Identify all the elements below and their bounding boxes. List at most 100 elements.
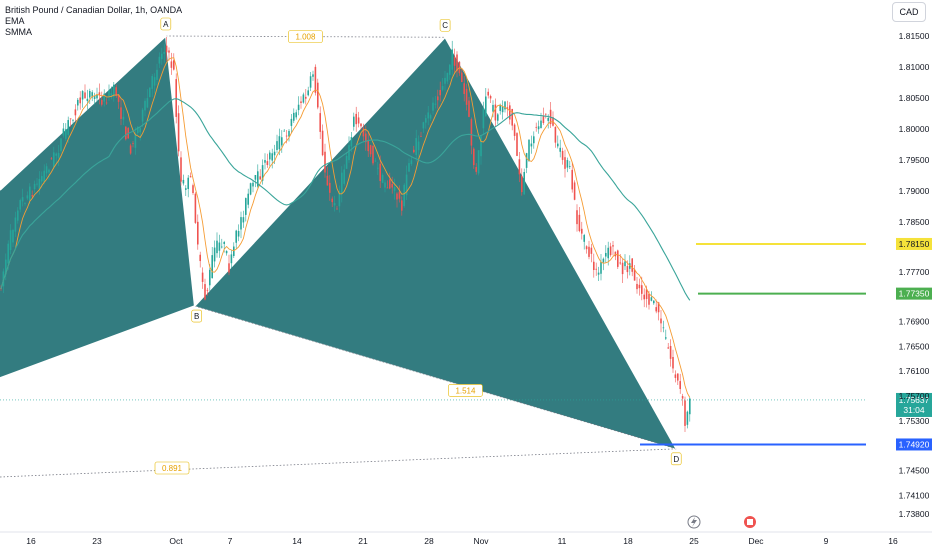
candle-body (489, 96, 492, 99)
candle-body (533, 136, 535, 144)
candle-body (398, 191, 401, 199)
candle-body (374, 160, 377, 162)
currency-button[interactable]: CAD (892, 2, 926, 22)
candle-body (605, 252, 607, 257)
candle-body (89, 90, 91, 98)
x-tick-label: 9 (824, 536, 829, 546)
candle-body (381, 174, 384, 183)
candle-body (309, 76, 312, 88)
candle-body (115, 87, 117, 96)
candle-body (65, 129, 67, 139)
candle-body (266, 161, 269, 166)
candle-body (355, 113, 357, 125)
candle-body (206, 289, 209, 291)
candle-body (410, 160, 413, 164)
candle-body (50, 158, 53, 160)
candle-body (686, 411, 689, 425)
candle-body (451, 49, 453, 70)
candle-body (681, 396, 684, 399)
candle-body (84, 92, 86, 99)
candle-body (223, 242, 225, 244)
candle-body (348, 145, 350, 161)
candle-body (564, 157, 566, 169)
candle-body (521, 175, 523, 193)
candle-body (149, 87, 151, 98)
candle-body (518, 159, 521, 175)
candle-body (566, 160, 569, 168)
candle-body (189, 176, 192, 178)
candle-body (619, 262, 621, 264)
smma-indicator-label[interactable]: SMMA (5, 27, 182, 38)
candle-body (201, 272, 204, 282)
candle-body (225, 250, 228, 254)
candle-body (345, 155, 348, 169)
candle-body (379, 163, 381, 182)
point-label-b: B (194, 312, 199, 321)
candle-body (600, 261, 602, 274)
candle-body (129, 145, 132, 154)
candle-body (326, 175, 329, 186)
candle-body (57, 152, 60, 158)
candle-body (290, 118, 293, 126)
y-tick-label: 1.80000 (899, 124, 930, 134)
candle-body (156, 69, 158, 80)
candle-body (153, 77, 156, 86)
y-tick-label: 1.79500 (899, 155, 930, 165)
candle-body (21, 197, 24, 202)
candle-body (485, 96, 487, 117)
ema-indicator-label[interactable]: EMA (5, 16, 182, 27)
candle-body (175, 79, 177, 117)
candle-body (612, 245, 614, 247)
candle-body (461, 72, 463, 83)
candle-body (276, 141, 278, 151)
lightning-icon (687, 515, 701, 529)
candle-body (602, 258, 605, 263)
candle-body (33, 183, 36, 190)
candle-body (386, 187, 389, 189)
candle-body (465, 88, 468, 105)
chart-legend: British Pound / Canadian Dollar, 1h, OAN… (5, 5, 182, 38)
price-chart[interactable]: 1.781501.773501.749201.757001.7563731:04… (0, 0, 932, 550)
candle-body (621, 262, 624, 275)
candle-body (293, 112, 295, 121)
candle-body (422, 122, 425, 129)
candle-body (317, 82, 319, 108)
y-tick-label: 1.81000 (899, 62, 930, 72)
candle-body (158, 56, 161, 64)
candle-body (477, 150, 480, 174)
y-tick-label: 1.73800 (899, 509, 930, 519)
candle-body (329, 182, 331, 193)
candle-body (420, 136, 422, 137)
candle-body (504, 101, 506, 110)
candle-body (192, 185, 194, 194)
candle-body (528, 139, 530, 162)
candle-body (475, 167, 477, 172)
candle-body (650, 297, 653, 301)
candle-body (237, 230, 240, 237)
candle-body (617, 250, 619, 267)
candle-body (197, 221, 199, 245)
candle-body (163, 51, 165, 54)
candle-body (161, 53, 163, 60)
candle-body (624, 261, 626, 267)
candle-body (360, 123, 362, 127)
candle-body (357, 117, 360, 124)
candle-body (41, 176, 43, 182)
candle-body (81, 91, 84, 100)
y-tick-label: 1.80500 (899, 93, 930, 103)
y-tick-label: 1.78500 (899, 217, 930, 227)
y-tick-label: 1.76100 (899, 366, 930, 376)
x-tick-label: 16 (888, 536, 898, 546)
candle-body (501, 106, 504, 113)
candle-body (297, 104, 300, 111)
candle-body (672, 356, 674, 369)
candle-body (72, 119, 74, 121)
candle-body (638, 284, 641, 289)
candle-body (595, 268, 597, 270)
level-label-yellow: 1.78150 (899, 239, 930, 249)
x-tick-label: 28 (424, 536, 434, 546)
candle-body (525, 153, 528, 168)
candle-body (573, 182, 576, 200)
candle-body (77, 99, 79, 106)
candle-body (254, 175, 257, 180)
